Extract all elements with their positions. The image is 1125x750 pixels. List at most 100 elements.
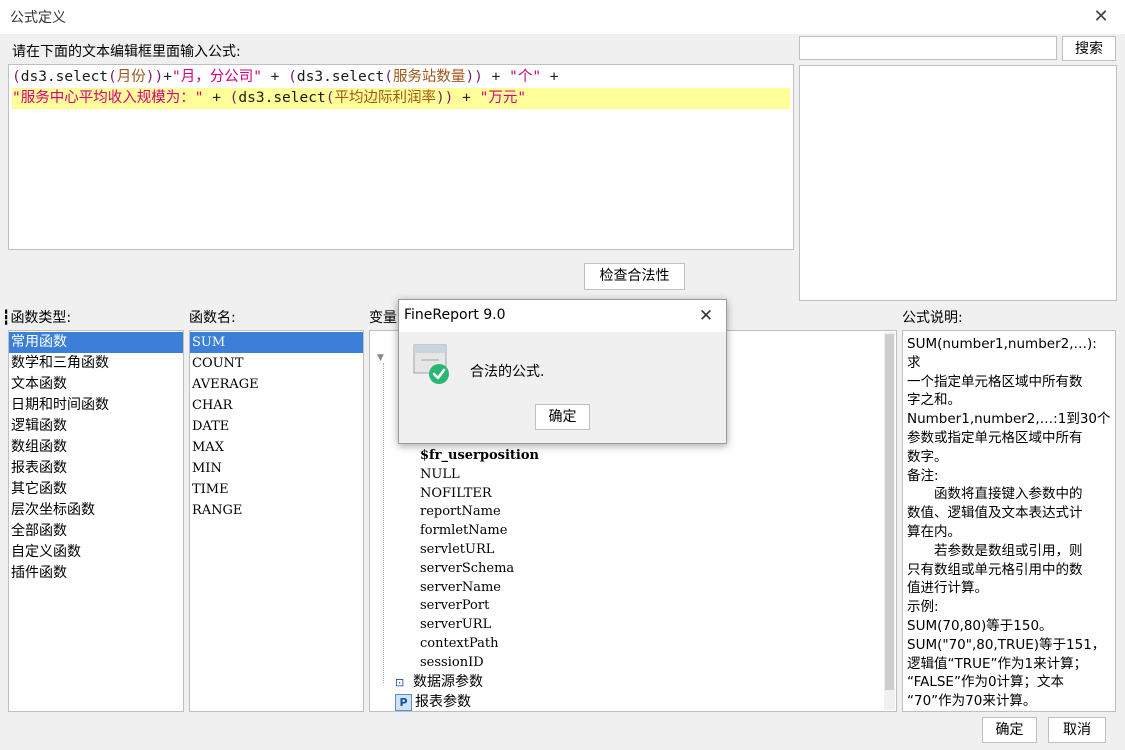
variable-item[interactable]: serverPort (420, 597, 539, 616)
function-name-item[interactable]: MIN (190, 458, 363, 479)
datasource-params-node[interactable]: ⊡ 数据源参数 (395, 673, 483, 692)
formula-token: 平均边际利润率 (334, 90, 436, 106)
datasource-icon: ⊡ (395, 676, 405, 689)
function-name-item[interactable]: AVERAGE (190, 374, 363, 395)
formula-token: 服务站数量 (392, 69, 466, 85)
description-line: 函数将直接键入参数中的 (907, 486, 1083, 503)
function-type-item[interactable]: 数组函数 (9, 437, 183, 458)
formula-token: ( (12, 69, 21, 85)
function-types-label: ┇函数类型: (2, 310, 72, 326)
formula-token: "万元" (479, 90, 527, 106)
scrollbar-thumb[interactable] (885, 334, 894, 690)
function-name-item[interactable]: MAX (190, 437, 363, 458)
datasource-params-label: 数据源参数 (413, 674, 483, 690)
variable-item[interactable]: serverSchema (420, 560, 539, 579)
description-line: 数字。 (907, 448, 948, 465)
description-line: “70”作为70来计算。 (907, 693, 1037, 710)
formula-line-1: (ds3.select(月份))+"月，分公司" + (ds3.select(服… (12, 67, 790, 88)
formula-token: "服务中心平均收入规模为：" (12, 90, 204, 106)
description-line: 示例: (907, 599, 939, 616)
function-name-item[interactable]: CHAR (190, 395, 363, 416)
description-line: 逻辑值“TRUE”作为1来计算； (907, 655, 1088, 672)
formula-token: "月，分公司" (171, 69, 262, 85)
function-name-item[interactable]: COUNT (190, 353, 363, 374)
description-line: Number1,number2,…:1到30个 (907, 411, 1111, 428)
formula-token: )) (435, 90, 454, 106)
description-line: 一个指定单元格区域中所有数 (907, 373, 1083, 390)
check-circle-icon (413, 344, 451, 384)
description-line: 数值、逻辑值及文本表达式计 (907, 505, 1083, 522)
variable-item[interactable]: serverURL (420, 616, 539, 635)
formula-token: + (203, 90, 230, 106)
close-icon[interactable]: ✕ (1087, 3, 1115, 31)
function-type-item[interactable]: 文本函数 (9, 374, 183, 395)
function-type-item[interactable]: 插件函数 (9, 563, 183, 584)
report-params-label: 报表参数 (415, 694, 471, 710)
function-name-item[interactable]: DATE (190, 416, 363, 437)
function-type-item[interactable]: 自定义函数 (9, 542, 183, 563)
function-name-item[interactable]: RANGE (190, 500, 363, 521)
function-type-item[interactable]: 逻辑函数 (9, 416, 183, 437)
variable-item[interactable]: serverName (420, 579, 539, 598)
function-type-item[interactable]: 日期和时间函数 (9, 395, 183, 416)
title-bar: 公式定义 ✕ (0, 0, 1125, 34)
function-type-item[interactable]: 其它函数 (9, 479, 183, 500)
dialog-message: 合法的公式. (470, 364, 545, 380)
variable-item[interactable]: reportName (420, 503, 539, 522)
variable-item[interactable]: $fr_userposition (420, 447, 539, 466)
description-line: SUM(70,80)等于150。 (907, 617, 1053, 634)
formula-line-2: "服务中心平均收入规模为：" + (ds3.select(平均边际利润率)) +… (12, 88, 790, 109)
dialog-ok-button[interactable]: 确定 (535, 404, 590, 430)
description-panel: SUM(number1,number2,…): 求一个指定单元格区域中所有数 字之… (902, 330, 1116, 712)
description-line: “FALSE”作为0计算；文本 (907, 674, 1065, 691)
formula-token: ( (288, 69, 297, 85)
description-line: 参数或指定单元格区域中所有 (907, 429, 1083, 446)
variable-item[interactable]: NULL (420, 466, 539, 485)
description-line: 若参数是数组或引用，则 (907, 542, 1083, 559)
formula-token: + (163, 69, 172, 85)
dialog-close-icon[interactable]: ✕ (692, 302, 720, 330)
description-label: 公式说明: (902, 310, 963, 326)
function-name-item[interactable]: TIME (190, 479, 363, 500)
tree-guide-line (383, 363, 384, 683)
expand-arrow-icon[interactable]: ▼ (377, 353, 384, 363)
formula-token: + (541, 69, 559, 85)
variable-item[interactable]: sessionID (420, 654, 539, 673)
variables-label: 变量 (369, 310, 397, 326)
report-params-node[interactable]: P 报表参数 (395, 693, 471, 712)
formula-token: ds3.select (238, 90, 326, 106)
function-names-label: 函数名: (189, 310, 236, 326)
formula-editor[interactable]: (ds3.select(月份))+"月，分公司" + (ds3.select(服… (8, 64, 794, 250)
function-type-item[interactable]: 报表函数 (9, 458, 183, 479)
window-title: 公式定义 (10, 10, 66, 26)
search-button[interactable]: 搜索 (1062, 36, 1116, 61)
description-line: 算在内。 (907, 523, 961, 540)
function-type-item[interactable]: 常用函数 (9, 332, 183, 353)
function-name-item[interactable]: SUM (190, 332, 363, 353)
scrollbar-track[interactable] (884, 332, 895, 710)
variable-item[interactable]: NOFILTER (420, 485, 539, 504)
description-line: 字之和。 (907, 392, 961, 409)
check-validity-button[interactable]: 检查合法性 (584, 263, 685, 290)
function-type-item[interactable]: 数学和三角函数 (9, 353, 183, 374)
search-input[interactable] (799, 36, 1057, 60)
description-line: SUM("70",80,TRUE)等于151， (907, 636, 1106, 653)
variable-item[interactable]: formletName (420, 522, 539, 541)
ok-button[interactable]: 确定 (982, 717, 1037, 743)
formula-token: + (453, 90, 480, 106)
formula-token: ds3.select (296, 69, 385, 85)
formula-token: )) (145, 69, 164, 85)
formula-token: 月份 (116, 69, 146, 85)
variable-item[interactable]: contextPath (420, 635, 539, 654)
function-type-item[interactable]: 全部函数 (9, 521, 183, 542)
variable-item[interactable]: servletURL (420, 541, 539, 560)
function-name-list[interactable]: SUM COUNT AVERAGE CHAR DATE MAX MIN TIME RANGE (189, 330, 364, 712)
function-type-item[interactable]: 层次坐标函数 (9, 500, 183, 521)
function-type-list[interactable]: 常用函数 数学和三角函数 文本函数 日期和时间函数 逻辑函数 数组函数 报表函数 其它函数 层次… (8, 330, 184, 712)
search-results-panel[interactable] (799, 65, 1117, 301)
cancel-button[interactable]: 取消 (1048, 717, 1106, 743)
description-line: SUM(number1,number2,…): 求 (907, 336, 1097, 371)
description-line: 只有数组或单元格引用中的数 (907, 561, 1083, 578)
formula-token: + (482, 69, 510, 85)
function-types-label-text: 函数类型: (10, 310, 72, 326)
